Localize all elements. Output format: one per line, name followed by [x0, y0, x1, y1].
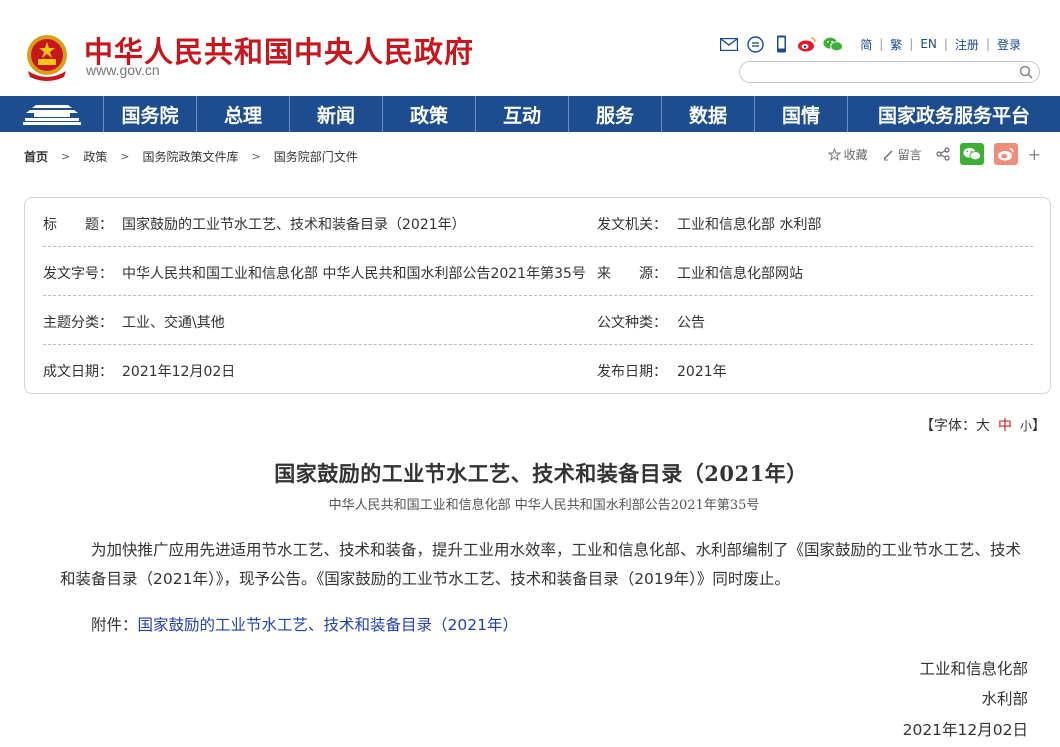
source-value: 工业和信息化部网站 [677, 266, 803, 282]
wechat-share-icon[interactable] [959, 143, 984, 165]
type-value: 公告 [677, 315, 705, 331]
font-size-suffix: 】 [1032, 418, 1046, 434]
article-paragraph: 为加快推广应用先进适用节水工艺、技术和装备，提升工业用水效率，工业和信息化部、水… [60, 541, 1022, 588]
nav-gov-services-platform[interactable]: 国家政务服务平台 [848, 96, 1060, 132]
breadcrumb-department-docs[interactable]: 国务院部门文件 [274, 148, 358, 165]
font-large-button[interactable]: 大 [976, 418, 990, 434]
pen-icon [883, 149, 893, 160]
chevron-right-icon: > [61, 150, 71, 163]
nav-policy[interactable]: 政策 [383, 96, 476, 132]
language-links: 简 | 繁 | EN | 注册 | 登录 [853, 36, 1028, 53]
type-label: 公文种类： [597, 315, 667, 331]
comment-button[interactable]: 留言 [882, 146, 922, 163]
published-date-value: 2021年 [677, 364, 727, 380]
nav-premier[interactable]: 总理 [197, 96, 290, 132]
site-domain: www.gov.cn [86, 62, 160, 78]
search-box [739, 61, 1040, 83]
comment-label: 留言 [897, 147, 922, 162]
article-subtitle: 中华人民共和国工业和信息化部 中华人民共和国水利部公告2021年第35号 [328, 498, 760, 513]
breadcrumb-policy[interactable]: 政策 [83, 148, 107, 165]
search-icon[interactable] [1019, 65, 1033, 79]
header: 中华人民共和国中央人民政府 www.gov.cn 简 | 繁 | EN | 注册… [0, 0, 1060, 96]
favorite-label: 收藏 [843, 147, 868, 162]
breadcrumb-policy-library[interactable]: 国务院政策文件库 [142, 148, 238, 165]
weibo-icon[interactable] [797, 35, 817, 53]
top-links: 简 | 繁 | EN | 注册 | 登录 [719, 35, 1028, 53]
page-tools: 收藏 留言 + [814, 143, 1041, 165]
topic-value: 工业、交通\其他 [122, 315, 225, 331]
share-icon[interactable] [935, 147, 950, 161]
signature-ministry: 工业和信息化部 [919, 660, 1028, 678]
search-input[interactable] [750, 63, 1010, 83]
source-label: 来 源： [597, 266, 667, 282]
title-label: 标 题： [43, 217, 113, 233]
page: 中华人民共和国中央人民政府 www.gov.cn 简 | 繁 | EN | 注册… [0, 0, 1060, 747]
star-icon [827, 147, 841, 161]
font-size-prefix: 【字体： [919, 418, 976, 434]
font-size-switcher: 【字体：大中小】 [920, 415, 1046, 435]
nav-data[interactable]: 数据 [662, 96, 755, 132]
chevron-right-icon: > [120, 150, 130, 163]
signature-date: 2021年12月02日 [902, 721, 1028, 739]
nav-interaction[interactable]: 互动 [476, 96, 569, 132]
nav-news[interactable]: 新闻 [290, 96, 383, 132]
english-link[interactable]: EN [913, 37, 944, 51]
attachment-link[interactable]: 国家鼓励的工业节水工艺、技术和装备目录（2021年） [138, 616, 518, 634]
favorite-button[interactable]: 收藏 [827, 146, 868, 163]
wechat-icon[interactable] [823, 35, 844, 53]
published-date-label: 发布日期： [597, 364, 667, 380]
login-link[interactable]: 登录 [990, 36, 1028, 53]
font-medium-button[interactable]: 中 [998, 418, 1012, 434]
title-value: 国家鼓励的工业节水工艺、技术和装备目录（2021年） [122, 217, 466, 233]
mail-icon[interactable] [719, 35, 739, 53]
signature-water-ministry: 水利部 [981, 690, 1028, 708]
attachment-line: 附件：国家鼓励的工业节水工艺、技术和装备目录（2021年） [91, 613, 518, 635]
issuer-value: 工业和信息化部 水利部 [677, 217, 822, 233]
written-date-label: 成文日期： [43, 364, 113, 380]
topic-label: 主题分类： [43, 315, 113, 331]
font-small-button[interactable]: 小 [1020, 419, 1032, 433]
phone-icon[interactable] [771, 35, 791, 53]
attachment-label: 附件： [91, 616, 138, 634]
info-row: 主题分类： 工业、交通\其他 公文种类： 公告 [43, 296, 1033, 345]
breadcrumb: 首页 > 政策 > 国务院政策文件库 > 国务院部门文件 [24, 148, 358, 165]
docno-label: 发文字号： [43, 266, 113, 282]
simplified-link[interactable]: 简 [853, 36, 879, 53]
document-info-table: 标 题： 国家鼓励的工业节水工艺、技术和装备目录（2021年） 发文机关： 工业… [24, 197, 1051, 394]
tiananmen-logo-icon[interactable] [0, 96, 104, 132]
message-icon[interactable] [745, 35, 765, 53]
info-row: 成文日期： 2021年12月02日 发布日期： 2021年 [43, 345, 1033, 394]
docno-value: 中华人民共和国工业和信息化部 中华人民共和国水利部公告2021年第35号 [122, 266, 586, 282]
plus-icon[interactable]: + [1028, 145, 1041, 164]
nav-services[interactable]: 服务 [569, 96, 662, 132]
info-row: 发文字号： 中华人民共和国工业和信息化部 中华人民共和国水利部公告2021年第3… [43, 247, 1033, 296]
chevron-right-icon: > [251, 150, 261, 163]
traditional-link[interactable]: 繁 [883, 36, 909, 53]
issuer-label: 发文机关： [597, 217, 667, 233]
breadcrumb-home[interactable]: 首页 [24, 148, 48, 165]
article-title: 国家鼓励的工业节水工艺、技术和装备目录（2021年） [274, 461, 808, 486]
register-link[interactable]: 注册 [948, 36, 986, 53]
main-nav: 国务院 总理 新闻 政策 互动 服务 数据 国情 国家政务服务平台 [0, 96, 1060, 132]
weibo-share-icon[interactable] [993, 143, 1018, 165]
written-date-value: 2021年12月02日 [122, 364, 236, 380]
nav-state-council[interactable]: 国务院 [104, 96, 197, 132]
nav-national-info[interactable]: 国情 [755, 96, 848, 132]
info-row: 标 题： 国家鼓励的工业节水工艺、技术和装备目录（2021年） 发文机关： 工业… [43, 198, 1033, 247]
national-emblem-icon[interactable] [24, 33, 70, 81]
